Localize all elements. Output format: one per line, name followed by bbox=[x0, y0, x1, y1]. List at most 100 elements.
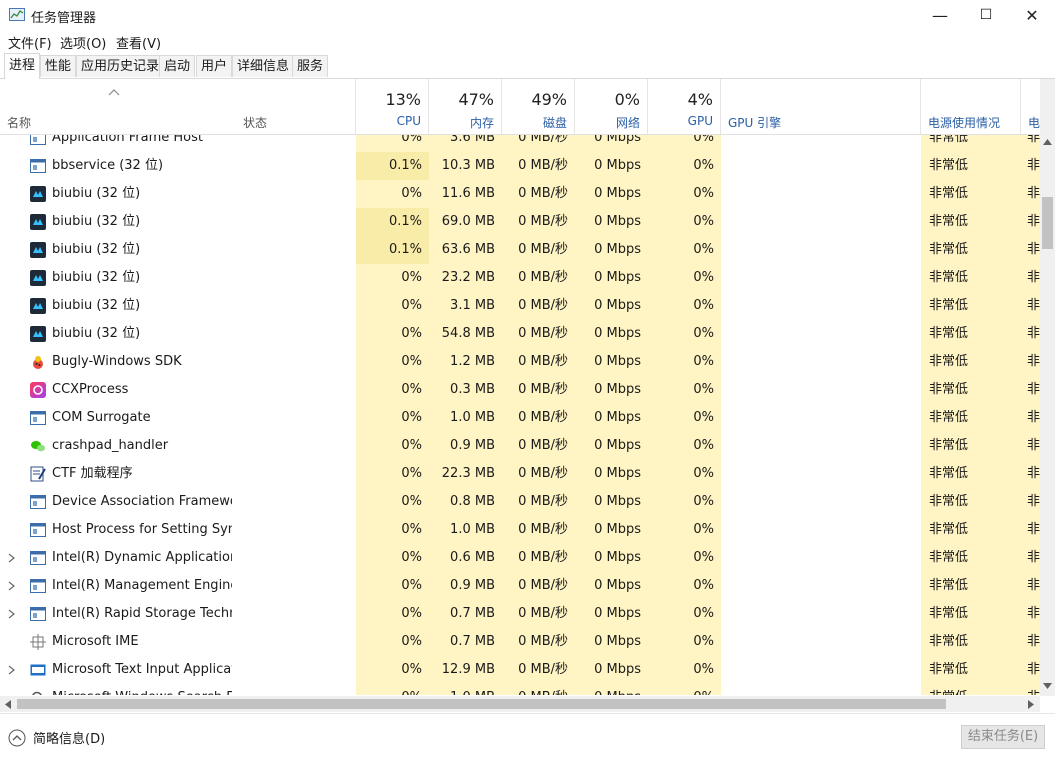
network-cell: 0 Mbps bbox=[575, 292, 648, 320]
power-usage-cell: 非常低 bbox=[921, 684, 1021, 695]
disk-cell: 0 MB/秒 bbox=[502, 236, 575, 264]
tab-startup[interactable]: 启动 bbox=[159, 55, 196, 77]
table-row[interactable]: bbservice (32 位) 0.1% 10.3 MB 0 MB/秒 0 Mbps 0… bbox=[0, 152, 1040, 180]
disk-cell: 0 MB/秒 bbox=[502, 684, 575, 695]
maximize-button[interactable]: ☐ bbox=[963, 0, 1009, 30]
tab-users[interactable]: 用户 bbox=[196, 55, 233, 77]
menu-options[interactable]: 选项(O) bbox=[60, 33, 106, 52]
power-usage-cell: 非常低 bbox=[921, 572, 1021, 600]
table-row[interactable]: Intel(R) Rapid Storage Techn... 0% 0.7 MB 0… bbox=[0, 600, 1040, 628]
minimize-button[interactable]: — bbox=[917, 0, 963, 30]
brief-info-toggle[interactable]: 简略信息(D) bbox=[8, 728, 105, 747]
tab-services[interactable]: 服务 bbox=[292, 55, 329, 77]
scroll-down-arrow-icon[interactable] bbox=[1043, 683, 1052, 689]
disk-cell: 0 MB/秒 bbox=[502, 404, 575, 432]
table-row[interactable]: biubiu (32 位) 0.1% 69.0 MB 0 MB/秒 0 Mbps 0% 非常… bbox=[0, 208, 1040, 236]
header-cpu[interactable]: 13% CPU bbox=[356, 79, 429, 134]
process-name: Microsoft Text Input Applicat... bbox=[52, 662, 232, 677]
table-row[interactable]: Bugly-Windows SDK 0% 1.2 MB 0 MB/秒 0 Mbps 0% 非… bbox=[0, 348, 1040, 376]
cpu-cell: 0% bbox=[356, 460, 429, 488]
power-trend-cell: 非 bbox=[1021, 572, 1040, 600]
disk-cell: 0 MB/秒 bbox=[502, 432, 575, 460]
table-row[interactable]: CTF 加载程序 0% 22.3 MB 0 MB/秒 0 Mbps 0% 非常低非 bbox=[0, 460, 1040, 488]
network-cell: 0 Mbps bbox=[575, 320, 648, 348]
brief-info-label: 简略信息(D) bbox=[33, 732, 106, 747]
header-power-usage[interactable]: 电源使用情况 bbox=[921, 79, 1021, 134]
table-row[interactable]: biubiu (32 位) 0% 11.6 MB 0 MB/秒 0 Mbps 0% 非常低非 bbox=[0, 180, 1040, 208]
power-trend-cell: 非 bbox=[1021, 292, 1040, 320]
table-row[interactable]: COM Surrogate 0% 1.0 MB 0 MB/秒 0 Mbps 0% 非常低非 bbox=[0, 404, 1040, 432]
expand-chevron-icon[interactable] bbox=[8, 656, 20, 685]
power-trend-cell: 非 bbox=[1021, 236, 1040, 264]
tab-performance[interactable]: 性能 bbox=[40, 55, 77, 77]
table-row[interactable]: biubiu (32 位) 0% 3.1 MB 0 MB/秒 0 Mbps 0% 非常低非 bbox=[0, 292, 1040, 320]
header-memory-label: 内存 bbox=[469, 116, 494, 130]
table-row[interactable]: Application Frame Host 0% 3.6 MB 0 MB/秒 0 Mb… bbox=[0, 135, 1040, 152]
expand-chevron-icon[interactable] bbox=[8, 600, 20, 629]
column-header: 名称 状态 13% CPU 47% 内存 49% 磁盘 0% 网络 4% GPU… bbox=[0, 79, 1040, 135]
power-usage-cell: 非常低 bbox=[921, 628, 1021, 656]
adobe-cc-icon bbox=[30, 382, 46, 398]
chevron-up-circle-icon bbox=[8, 729, 26, 746]
memory-cell: 0.3 MB bbox=[429, 376, 502, 404]
table-row[interactable]: Microsoft Windows Search Fi...0%1.0 MB0 … bbox=[0, 684, 1040, 695]
cpu-cell: 0% bbox=[356, 488, 429, 516]
horizontal-scrollbar[interactable] bbox=[0, 696, 1040, 712]
horizontal-scroll-thumb[interactable] bbox=[17, 699, 946, 709]
window-title: 任务管理器 bbox=[31, 11, 97, 26]
memory-cell: 0.9 MB bbox=[429, 432, 502, 460]
table-row[interactable]: biubiu (32 位) 0.1% 63.6 MB 0 MB/秒 0 Mbps 0% 非常… bbox=[0, 236, 1040, 264]
table-row[interactable]: biubiu (32 位) 0% 23.2 MB 0 MB/秒 0 Mbps 0% 非常低非 bbox=[0, 264, 1040, 292]
ctf-icon bbox=[30, 466, 46, 482]
title-bar: 任务管理器 — ☐ ✕ bbox=[0, 0, 1055, 30]
header-disk[interactable]: 49% 磁盘 bbox=[502, 79, 575, 134]
end-task-button[interactable]: 结束任务(E) bbox=[961, 725, 1045, 749]
header-memory[interactable]: 47% 内存 bbox=[429, 79, 502, 134]
header-power-trend-label: 电源 bbox=[1028, 116, 1040, 130]
power-trend-cell: 非 bbox=[1021, 404, 1040, 432]
cpu-cell: 0.1% bbox=[356, 236, 429, 264]
tab-app-history[interactable]: 应用历史记录 bbox=[76, 55, 165, 77]
table-row[interactable]: Device Association Framewo... 0% 0.8 MB 0 M… bbox=[0, 488, 1040, 516]
table-row[interactable]: crashpad_handler 0% 0.9 MB 0 MB/秒 0 Mbps 0% 非常… bbox=[0, 432, 1040, 460]
expand-chevron-icon[interactable] bbox=[8, 572, 20, 601]
table-row[interactable]: biubiu (32 位) 0% 54.8 MB 0 MB/秒 0 Mbps 0% 非常低非 bbox=[0, 320, 1040, 348]
process-name: Bugly-Windows SDK bbox=[52, 354, 182, 369]
cpu-cell: 0% bbox=[356, 544, 429, 572]
power-usage-cell: 非常低 bbox=[921, 135, 1021, 152]
table-row[interactable]: Intel(R) Management Engine ...0%0.9 MB0 … bbox=[0, 572, 1040, 600]
tab-details[interactable]: 详细信息 bbox=[232, 55, 295, 77]
header-name[interactable]: 名称 bbox=[0, 79, 236, 134]
close-button[interactable]: ✕ bbox=[1009, 0, 1055, 30]
header-gpu[interactable]: 4% GPU bbox=[648, 79, 721, 134]
memory-cell: 1.0 MB bbox=[429, 516, 502, 544]
tab-processes[interactable]: 进程 bbox=[4, 53, 41, 79]
tab-bar: 进程 性能 应用历史记录 启动 用户 详细信息 服务 bbox=[0, 52, 1055, 79]
table-row[interactable]: Intel(R) Dynamic Application ...0%0.6 MB… bbox=[0, 544, 1040, 572]
vertical-scroll-thumb[interactable] bbox=[1042, 197, 1053, 249]
table-row[interactable]: CCXProcess 0% 0.3 MB 0 MB/秒 0 Mbps 0% 非常低非 bbox=[0, 376, 1040, 404]
power-usage-cell: 非常低 bbox=[921, 320, 1021, 348]
table-row[interactable]: Host Process for Setting Syn... 0% 1.0 MB 0… bbox=[0, 516, 1040, 544]
scroll-right-arrow-icon[interactable] bbox=[1028, 700, 1034, 709]
vertical-scrollbar[interactable] bbox=[1040, 79, 1055, 696]
menu-view[interactable]: 查看(V) bbox=[116, 33, 161, 52]
header-status[interactable]: 状态 bbox=[236, 79, 356, 134]
power-trend-cell: 非 bbox=[1021, 516, 1040, 544]
header-status-label: 状态 bbox=[243, 116, 268, 130]
power-usage-cell: 非常低 bbox=[921, 264, 1021, 292]
header-power-trend[interactable]: 电源 bbox=[1021, 79, 1040, 134]
process-name: bbservice (32 位) bbox=[52, 158, 164, 173]
menu-file[interactable]: 文件(F) bbox=[8, 33, 52, 52]
table-row[interactable]: Microsoft IME 0% 0.7 MB 0 MB/秒 0 Mbps 0% 非常低非 bbox=[0, 628, 1040, 656]
minimize-icon: — bbox=[932, 5, 948, 25]
window-icon bbox=[30, 578, 46, 594]
header-gpu-engine[interactable]: GPU 引擎 bbox=[721, 79, 921, 134]
table-row[interactable]: Microsoft Text Input Applicat... 0% 12.9 M… bbox=[0, 656, 1040, 684]
scroll-up-arrow-icon[interactable] bbox=[1043, 139, 1052, 145]
process-name: biubiu (32 位) bbox=[52, 270, 141, 285]
expand-chevron-icon[interactable] bbox=[8, 544, 20, 573]
power-trend-cell: 非 bbox=[1021, 320, 1040, 348]
scroll-left-arrow-icon[interactable] bbox=[5, 700, 11, 709]
header-network[interactable]: 0% 网络 bbox=[575, 79, 648, 134]
